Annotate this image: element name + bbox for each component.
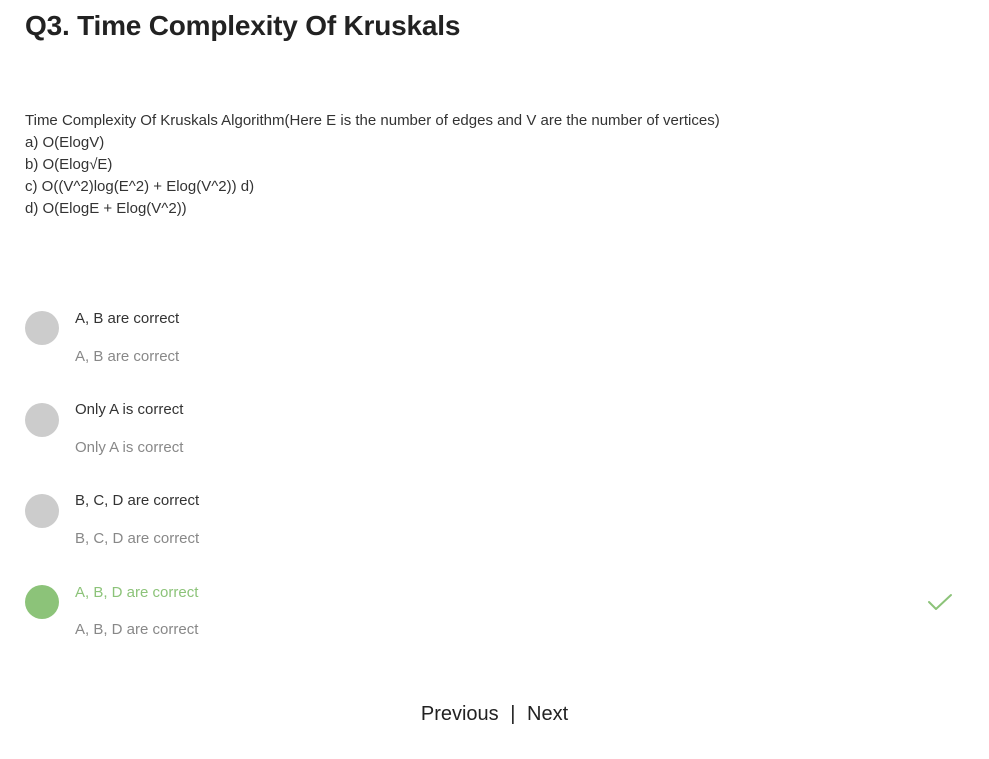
option-1-radio[interactable]	[25, 311, 59, 345]
option-1[interactable]: A, B are correct A, B are correct	[0, 308, 989, 388]
question-text: Time Complexity Of Kruskals Algorithm(He…	[25, 112, 720, 129]
question-body: Time Complexity Of Kruskals Algorithm(He…	[25, 110, 720, 220]
option-3-radio[interactable]	[25, 494, 59, 528]
choice-d: d) O(ElogE + Elog(V^2))	[25, 200, 187, 217]
option-3[interactable]: B, C, D are correct B, C, D are correct	[0, 490, 989, 570]
option-1-label[interactable]: A, B are correct	[75, 310, 179, 327]
option-4-label[interactable]: A, B, D are correct	[75, 584, 198, 601]
option-2[interactable]: Only A is correct Only A is correct	[0, 399, 989, 479]
pagination-nav: Previous | Next	[0, 703, 989, 726]
option-3-label[interactable]: B, C, D are correct	[75, 492, 199, 509]
choice-c: c) O((V^2)log(E^2) + Elog(V^2)) d)	[25, 178, 255, 195]
choice-a: a) O(ElogV)	[25, 134, 105, 151]
option-2-radio[interactable]	[25, 403, 59, 437]
check-icon	[928, 594, 952, 610]
option-4-radio-correct[interactable]	[25, 585, 59, 619]
option-2-label[interactable]: Only A is correct	[75, 401, 183, 418]
option-3-explanation: B, C, D are correct	[75, 530, 200, 547]
next-link[interactable]: Next	[527, 703, 568, 725]
option-4-explanation: A, B, D are correct	[75, 621, 199, 638]
previous-link[interactable]: Previous	[421, 703, 499, 725]
nav-separator: |	[510, 703, 516, 725]
option-4[interactable]: A, B, D are correct A, B, D are correct	[0, 582, 989, 662]
option-2-explanation: Only A is correct	[75, 439, 184, 456]
option-1-explanation: A, B are correct	[75, 348, 180, 365]
page-title: Q3. Time Complexity Of Kruskals	[25, 10, 461, 41]
choice-b: b) O(Elog√E)	[25, 156, 113, 173]
